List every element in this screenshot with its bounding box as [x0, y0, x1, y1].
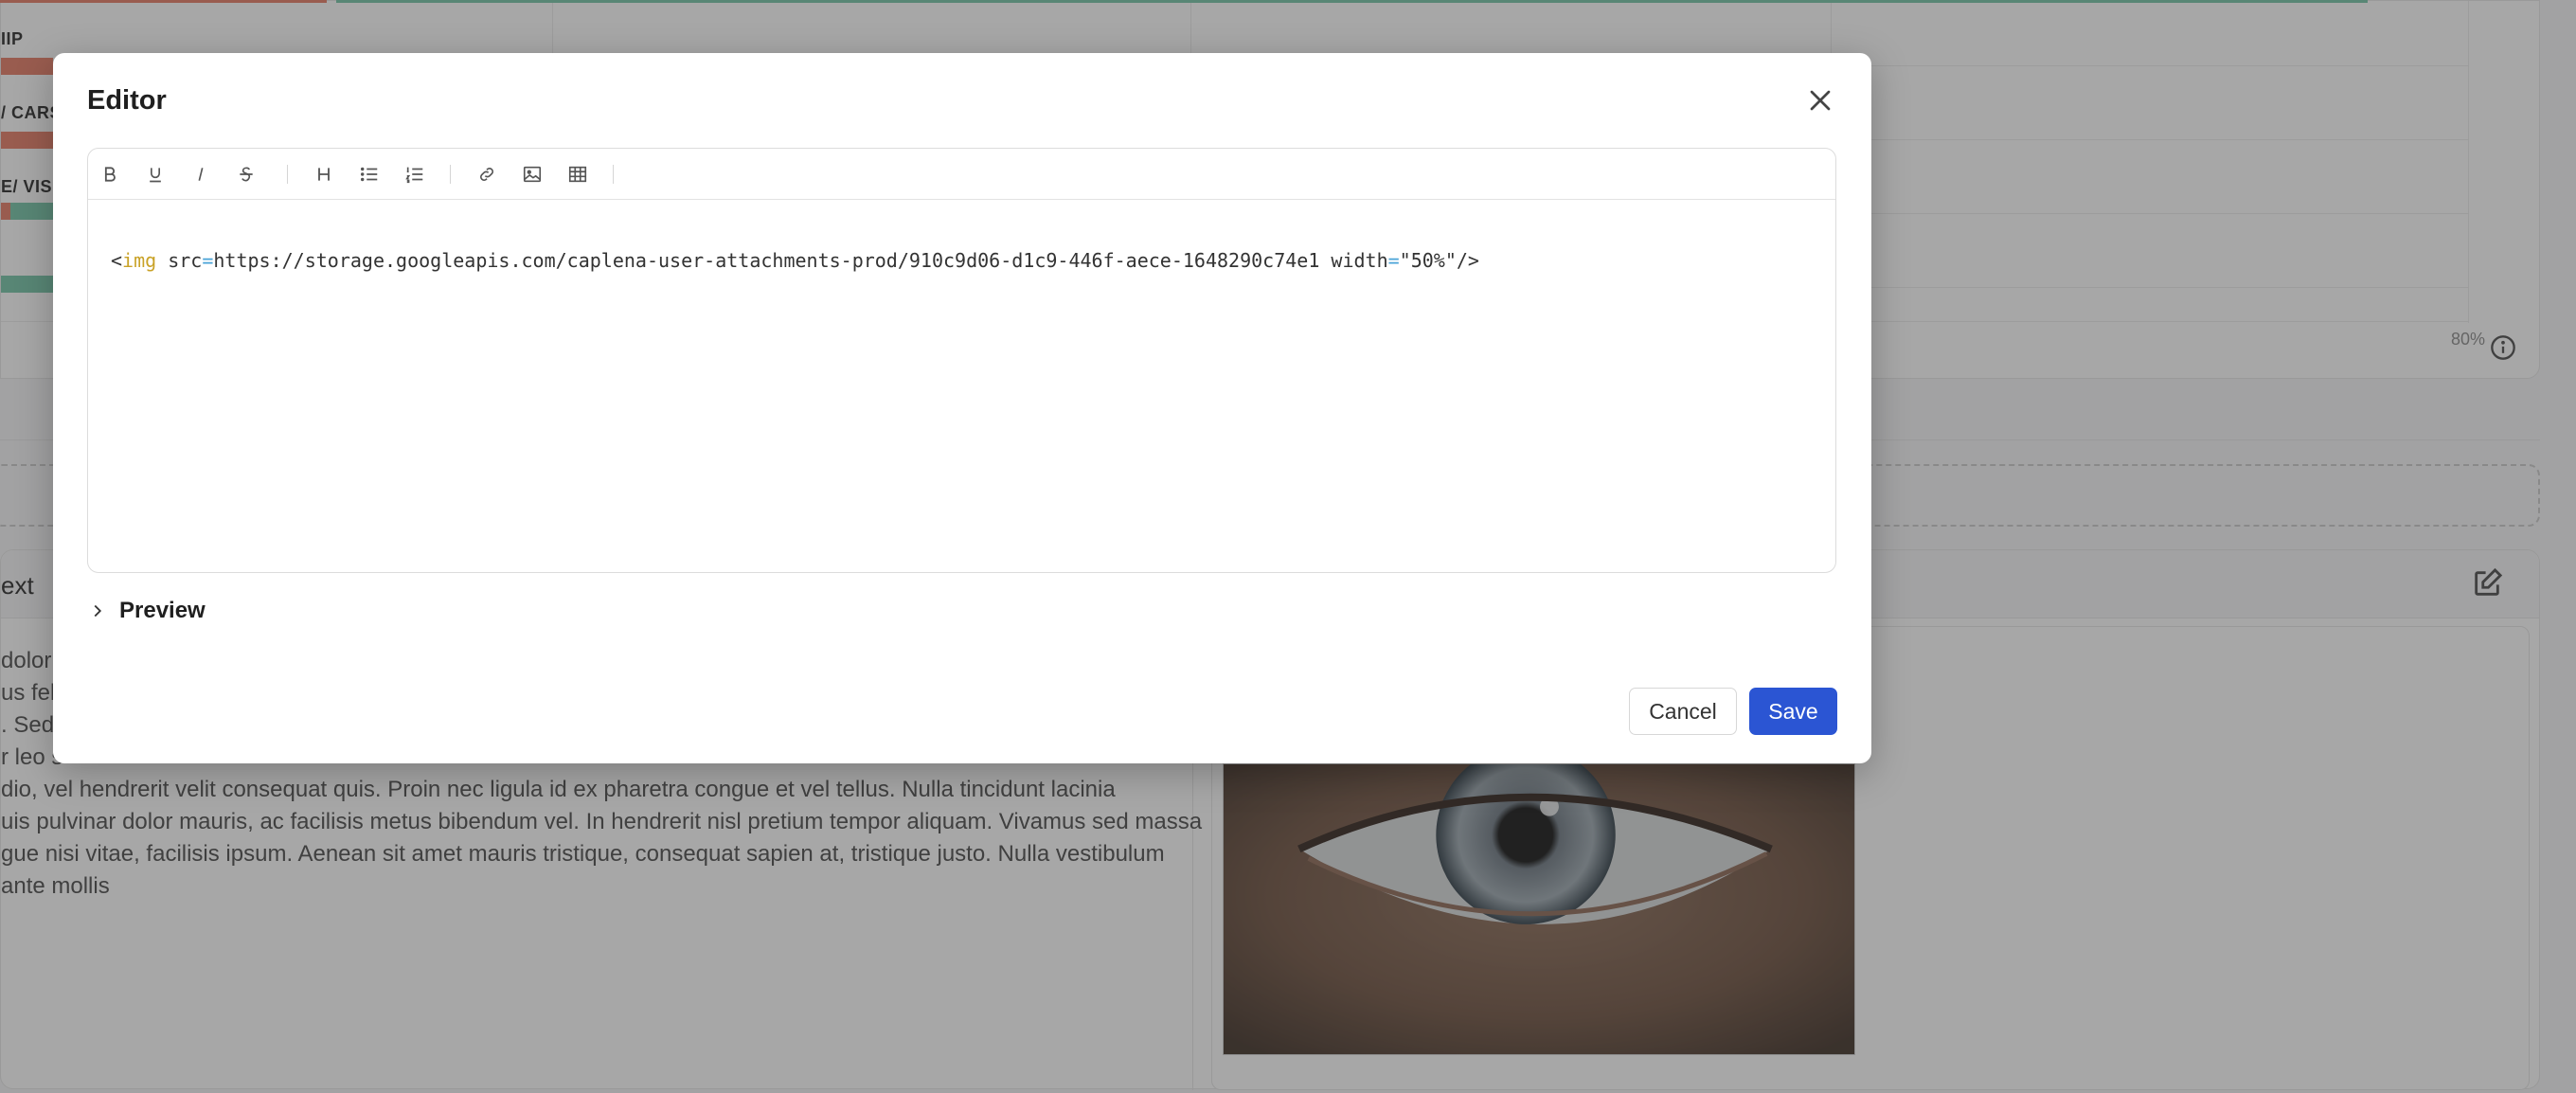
bold-icon	[104, 167, 116, 182]
strikethrough-icon	[240, 167, 253, 182]
link-icon	[480, 168, 493, 181]
ordered-list-button[interactable]	[399, 158, 431, 190]
editor-content[interactable]: <img src=https://storage.googleapis.com/…	[111, 249, 1479, 272]
editor-dialog: Editor <img src=https://storage.googleap…	[53, 53, 1871, 763]
bullet-list-button[interactable]	[353, 158, 385, 190]
italic-button[interactable]	[185, 158, 217, 190]
italic-icon	[198, 168, 204, 181]
save-button[interactable]: Save	[1749, 688, 1837, 735]
editor-toolbar	[88, 149, 1835, 200]
underline-icon	[150, 168, 161, 183]
chevron-right-icon	[94, 604, 102, 618]
image-icon	[523, 166, 542, 183]
underline-button[interactable]	[139, 158, 171, 190]
strikethrough-button[interactable]	[230, 158, 262, 190]
table-button[interactable]	[562, 158, 594, 190]
close-icon[interactable]	[1803, 83, 1837, 117]
heading-icon	[318, 168, 330, 181]
preview-label: Preview	[119, 598, 206, 623]
ordered-list-icon	[405, 167, 423, 184]
bold-button[interactable]	[94, 158, 126, 190]
rich-text-editor: <img src=https://storage.googleapis.com/…	[87, 148, 1836, 573]
heading-button[interactable]	[308, 158, 340, 190]
link-button[interactable]	[471, 158, 503, 190]
preview-toggle[interactable]: Preview	[87, 598, 206, 624]
image-button[interactable]	[516, 158, 548, 190]
cancel-button[interactable]: Cancel	[1629, 688, 1737, 735]
bullet-list-icon	[360, 167, 378, 182]
table-icon	[568, 166, 587, 183]
dialog-title: Editor	[87, 85, 167, 116]
